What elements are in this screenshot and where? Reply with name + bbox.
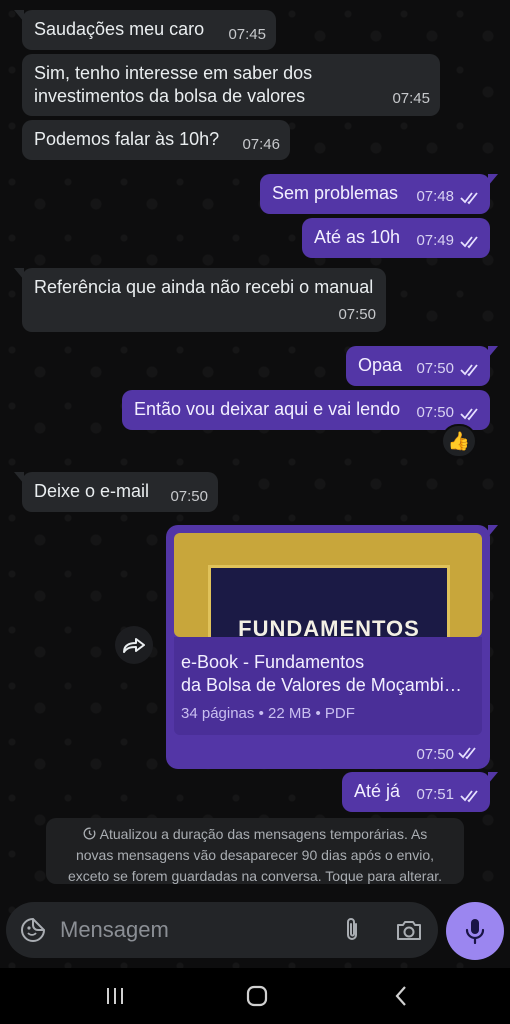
message-time: 07:50 (338, 306, 376, 323)
forward-button[interactable] (115, 626, 153, 664)
document-card[interactable]: e-Book - Fundamentos da Bolsa de Valores… (174, 637, 482, 735)
cover-title: FUNDAMENTOS (238, 616, 420, 637)
message-incoming[interactable]: Podemos falar às 10h? 07:46 (22, 120, 290, 160)
message-incoming[interactable]: Saudações meu caro 07:45 (14, 10, 276, 50)
message-time: 07:50 (170, 488, 208, 505)
message-text: Até as 10h (314, 227, 401, 247)
message-outgoing[interactable]: Até as 10h 07:49 (302, 218, 490, 258)
message-incoming[interactable]: Deixe o e-mail 07:50 (14, 472, 218, 512)
double-check-icon (460, 236, 478, 249)
system-navigation-bar (0, 968, 510, 1024)
message-incoming[interactable]: Sim, tenho interesse em saber dos invest… (22, 54, 440, 116)
message-time: 07:51 (416, 786, 454, 803)
message-time: 07:50 (416, 404, 454, 421)
notice-line: novas mensagens vão desaparecer 90 dias … (75, 847, 434, 863)
message-time: 07:45 (392, 90, 430, 107)
message-time: 07:45 (228, 26, 266, 43)
attach-icon[interactable] (340, 916, 364, 944)
message-text: Podemos falar às 10h? (34, 129, 220, 149)
message-time: 07:50 (416, 360, 454, 377)
double-check-icon (458, 747, 476, 760)
disappearing-messages-notice[interactable]: Atualizou a duração das mensagens tempor… (46, 818, 464, 884)
message-text: Sem problemas (272, 183, 399, 203)
document-meta: 34 páginas • 22 MB • PDF (181, 705, 355, 722)
message-composer[interactable]: Mensagem (6, 902, 438, 958)
forward-icon (123, 638, 145, 653)
mic-button[interactable] (446, 902, 504, 960)
document-title: e-Book - Fundamentos da Bolsa de Valores… (181, 652, 471, 695)
message-text: Até já (354, 781, 401, 801)
double-check-icon (460, 408, 478, 421)
message-text: Opaa (358, 355, 403, 375)
recent-apps-icon (107, 988, 123, 1004)
chat-background: Saudações meu caro 07:45 Sim, tenho inte… (0, 0, 510, 1024)
message-time: 07:46 (242, 136, 280, 153)
message-text: Deixe o e-mail (34, 481, 150, 501)
thumbs-up-icon: 👍 (447, 430, 471, 451)
message-incoming[interactable]: Referência que ainda não recebi o manual… (14, 268, 386, 332)
home-icon (246, 985, 268, 1007)
message-time: 07:48 (416, 188, 454, 205)
message-outgoing[interactable]: Até já 07:51 (342, 772, 498, 812)
recent-apps-button[interactable] (90, 968, 140, 1024)
document-message[interactable]: FUNDAMENTOS e-Book - Fundamentos da Bols… (166, 525, 498, 769)
notice-line: Atualizou a duração das mensagens tempor… (56, 824, 454, 845)
mic-icon (465, 919, 485, 944)
message-outgoing[interactable]: Opaa 07:50 (346, 346, 498, 386)
double-check-icon (460, 790, 478, 803)
message-time: 07:50 (416, 746, 454, 763)
message-outgoing[interactable]: Então vou deixar aqui e vai lendo 07:50 (122, 390, 490, 430)
thumbs-up-reaction[interactable]: 👍 (441, 424, 477, 458)
message-time: 07:49 (416, 232, 454, 249)
message-text: Sim, tenho interesse em saber dos (34, 63, 313, 83)
timer-icon (83, 827, 96, 840)
document-thumbnail[interactable]: FUNDAMENTOS (174, 533, 482, 637)
back-icon (395, 986, 406, 1006)
camera-icon[interactable] (395, 918, 423, 942)
message-text: investimentos da bolsa de valores (34, 86, 306, 106)
double-check-icon (460, 364, 478, 377)
message-text: Saudações meu caro (34, 19, 205, 39)
message-outgoing[interactable]: Sem problemas 07:48 (260, 174, 498, 214)
notice-line: exceto se forem guardadas na conversa. T… (67, 868, 443, 884)
message-input[interactable]: Mensagem (60, 917, 169, 943)
double-check-icon (460, 192, 478, 205)
message-text: Então vou deixar aqui e vai lendo (134, 399, 401, 419)
home-button[interactable] (232, 968, 282, 1024)
message-text: Referência que ainda não recebi o manual (34, 277, 374, 297)
sticker-icon[interactable] (20, 917, 46, 943)
back-button[interactable] (376, 968, 426, 1024)
